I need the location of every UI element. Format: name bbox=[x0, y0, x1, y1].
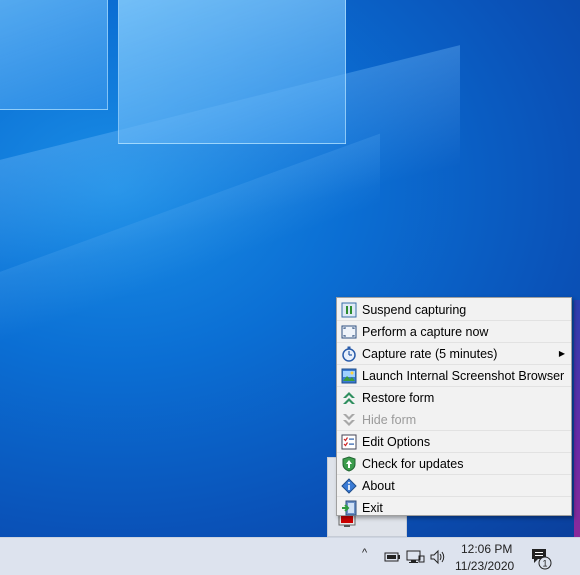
menu-item-label: Check for updates bbox=[362, 457, 464, 471]
stopwatch-icon bbox=[342, 346, 356, 362]
notification-count: 1 bbox=[542, 559, 547, 569]
menu-item-launch-browser[interactable]: Launch Internal Screenshot Browser bbox=[337, 365, 571, 387]
tray-context-menu: Suspend capturing Perform a capture now … bbox=[336, 297, 572, 516]
menu-item-label: Restore form bbox=[362, 391, 435, 405]
notification-count-badge: 1 bbox=[538, 556, 552, 570]
hide-down-icon bbox=[343, 414, 355, 426]
menu-item-perform-capture[interactable]: Perform a capture now bbox=[337, 321, 571, 343]
wallpaper-window-pane-left bbox=[0, 0, 108, 110]
menu-item-suspend-capturing[interactable]: Suspend capturing bbox=[337, 299, 571, 321]
pause-icon bbox=[341, 302, 357, 318]
menu-item-label: About bbox=[362, 479, 395, 493]
taskbar: ^ 12:06 PM 11/23/2020 1 bbox=[0, 537, 580, 575]
menu-item-label: Exit bbox=[362, 501, 383, 515]
clock-time[interactable]: 12:06 PM bbox=[461, 542, 512, 556]
restore-up-icon bbox=[343, 392, 355, 404]
menu-item-check-updates[interactable]: Check for updates bbox=[337, 453, 571, 475]
clock-date[interactable]: 11/23/2020 bbox=[455, 559, 514, 573]
menu-item-restore-form[interactable]: Restore form bbox=[337, 387, 571, 409]
exit-icon bbox=[342, 500, 357, 516]
menu-item-hide-form[interactable]: Hide form bbox=[337, 409, 571, 431]
show-hidden-icons-chevron-icon[interactable]: ^ bbox=[362, 547, 367, 559]
info-icon bbox=[341, 478, 357, 494]
menu-item-label: Edit Options bbox=[362, 435, 431, 449]
menu-item-exit[interactable]: Exit bbox=[337, 497, 571, 519]
submenu-arrow-icon: ▶ bbox=[558, 349, 565, 358]
volume-icon[interactable] bbox=[429, 549, 447, 565]
capture-frame-icon bbox=[341, 325, 357, 339]
options-list-icon bbox=[341, 434, 357, 450]
menu-item-capture-rate[interactable]: Capture rate (5 minutes) ▶ bbox=[337, 343, 571, 365]
menu-item-about[interactable]: About bbox=[337, 475, 571, 497]
wallpaper-window-pane-right bbox=[118, 0, 346, 144]
menu-item-label: Capture rate (5 minutes) bbox=[362, 347, 498, 361]
wallpaper-edge bbox=[574, 300, 580, 537]
update-shield-icon bbox=[342, 456, 356, 472]
menu-item-label: Launch Internal Screenshot Browser bbox=[362, 369, 565, 383]
menu-item-edit-options[interactable]: Edit Options bbox=[337, 431, 571, 453]
battery-icon[interactable] bbox=[383, 549, 401, 563]
menu-item-label: Perform a capture now bbox=[362, 325, 489, 339]
menu-item-label: Hide form bbox=[362, 413, 417, 427]
screenshot-browser-icon bbox=[341, 368, 357, 384]
network-icon[interactable] bbox=[405, 549, 425, 565]
menu-item-label: Suspend capturing bbox=[362, 303, 467, 317]
